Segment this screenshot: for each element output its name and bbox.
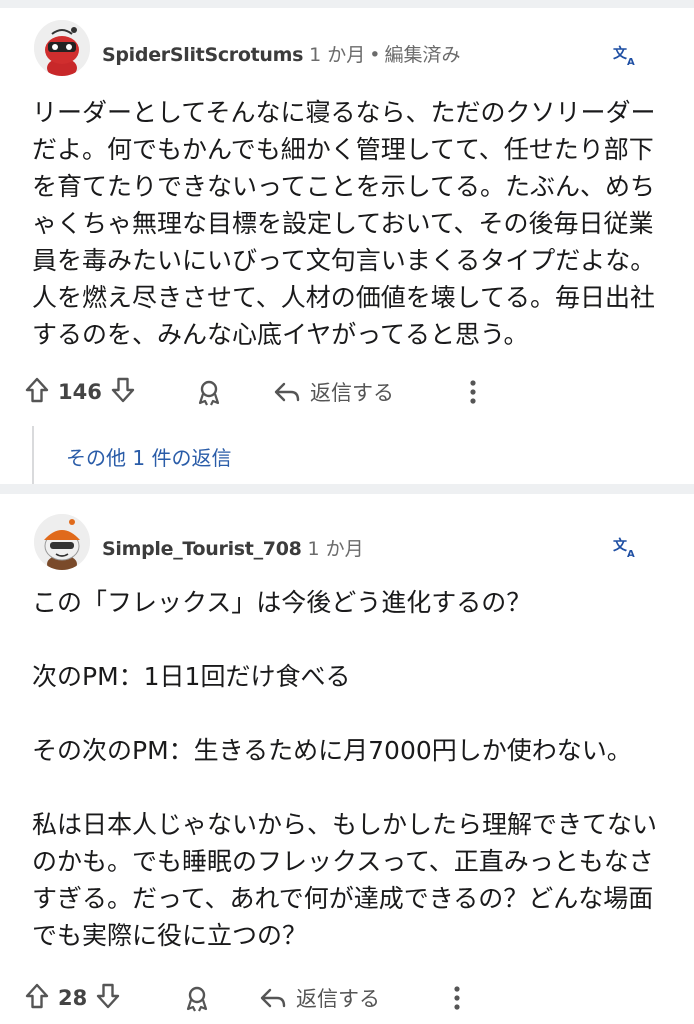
comment-paragraph: リーダーとしてそんなに寝るなら、ただのクソリーダーだよ。何でもかんでも細かく管理…	[32, 98, 656, 349]
reply-label: 返信する	[296, 987, 380, 1011]
top-separator	[0, 0, 694, 8]
thread-line	[32, 426, 34, 484]
reply-button[interactable]: 返信する	[272, 372, 394, 412]
comment: SpiderSlitScrotums 1 か月 • 編集済み 文 A リーダーとしてそ…	[0, 8, 694, 484]
more-options-button[interactable]	[442, 978, 472, 1018]
vote-count: 28	[58, 986, 88, 1010]
downvote-button[interactable]	[108, 375, 138, 409]
svg-text:A: A	[627, 549, 635, 560]
award-button[interactable]	[194, 372, 224, 412]
reply-arrow-icon	[274, 382, 300, 402]
snoo-avatar-red-icon	[34, 20, 90, 76]
snoo-avatar-orange-icon	[34, 514, 90, 570]
more-options-button[interactable]	[458, 372, 488, 412]
comment-actions: 28 返信する	[22, 978, 662, 1018]
downvote-button[interactable]	[93, 981, 123, 1015]
award-icon	[198, 380, 220, 406]
comment-paragraph: この「フレックス」は今後どう進化するの？	[32, 588, 532, 617]
reply-button[interactable]: 返信する	[258, 978, 380, 1018]
arrow-up-icon	[25, 983, 49, 1009]
more-vertical-icon	[470, 380, 476, 404]
vote-group: 146	[22, 372, 138, 412]
more-replies-link[interactable]: その他 1 件の返信	[66, 442, 231, 471]
comment-meta: Simple_Tourist_708 1 か月	[102, 534, 364, 561]
avatar[interactable]	[34, 514, 90, 570]
svg-text:文: 文	[613, 45, 628, 62]
award-icon	[186, 986, 208, 1012]
comment-separator	[0, 484, 694, 494]
upvote-button[interactable]	[22, 375, 52, 409]
timestamp: 1 か月	[307, 538, 364, 560]
svg-text:文: 文	[613, 537, 628, 554]
upvote-button[interactable]	[22, 981, 52, 1015]
username[interactable]: Simple_Tourist_708	[102, 538, 302, 560]
meta-separator: •	[369, 44, 381, 66]
translate-icon[interactable]: 文 A	[612, 42, 638, 68]
comment-meta: SpiderSlitScrotums 1 か月 • 編集済み	[102, 40, 461, 67]
comment-paragraph: その次のPM：生きるために月7000円しか使わない。	[32, 736, 632, 765]
award-button[interactable]	[182, 978, 212, 1018]
arrow-down-icon	[111, 377, 135, 403]
reply-arrow-icon	[260, 988, 286, 1008]
avatar[interactable]	[34, 20, 90, 76]
comment-body: リーダーとしてそんなに寝るなら、ただのクソリーダーだよ。何でもかんでも細かく管理…	[32, 94, 662, 353]
username[interactable]: SpiderSlitScrotums	[102, 44, 303, 66]
comment-paragraph: 私は日本人じゃないから、もしかしたら理解できてないのかも。でも睡眠のフレックスっ…	[32, 810, 658, 950]
svg-text:A: A	[627, 57, 635, 68]
vote-group: 28	[22, 978, 123, 1018]
arrow-down-icon	[97, 983, 120, 1009]
reply-label: 返信する	[310, 381, 394, 405]
arrow-up-icon	[25, 377, 49, 403]
comment: Simple_Tourist_708 1 か月 文 A この「フレックス」は今後ど…	[0, 494, 694, 1024]
comment-paragraph: 次のPM：1日1回だけ食べる	[32, 662, 351, 691]
edited-label: 編集済み	[384, 44, 461, 66]
more-vertical-icon	[454, 986, 460, 1010]
timestamp: 1 か月	[309, 44, 366, 66]
comment-body: この「フレックス」は今後どう進化するの？ 次のPM：1日1回だけ食べる その次の…	[32, 584, 662, 954]
comment-actions: 146 返信する	[22, 372, 662, 412]
vote-count: 146	[58, 380, 102, 404]
translate-icon[interactable]: 文 A	[612, 534, 638, 560]
